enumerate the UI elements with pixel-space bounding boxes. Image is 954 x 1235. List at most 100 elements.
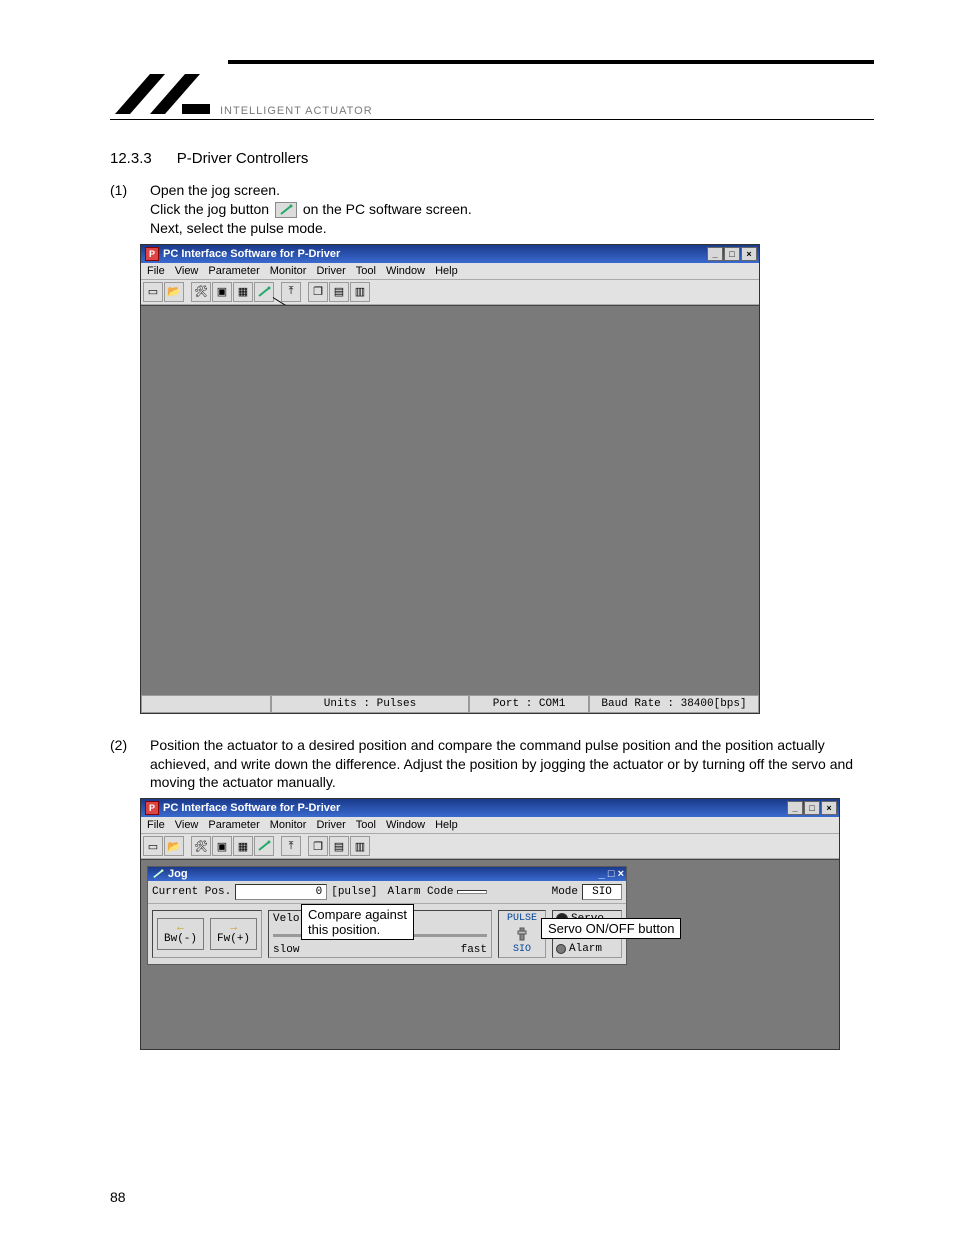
step-1-line-1: Open the jog screen. — [150, 181, 874, 200]
window-title-2: PC Interface Software for P-Driver — [163, 802, 340, 814]
step-1-num: (1) — [110, 181, 150, 238]
menu-help[interactable]: Help — [435, 819, 458, 831]
tool-upload-icon[interactable]: ⤒ — [281, 282, 301, 302]
maximize-button[interactable]: □ — [724, 247, 740, 261]
tool-tile-v-icon[interactable]: ▥ — [350, 282, 370, 302]
jog-icon-inline — [275, 202, 297, 218]
maximize-button[interactable]: □ — [804, 801, 820, 815]
client-area-1 — [141, 305, 759, 695]
status-port: Port : COM1 — [469, 695, 589, 713]
close-button[interactable]: × — [821, 801, 837, 815]
menu-tool[interactable]: Tool — [356, 819, 376, 831]
jog-fw-label: Fw(+) — [217, 934, 250, 945]
logo-icon — [110, 69, 220, 119]
status-units: Units : Pulses — [271, 695, 469, 713]
velo-slow-label: slow — [273, 944, 299, 956]
menu-parameter[interactable]: Parameter — [208, 819, 259, 831]
tool-open-icon[interactable]: 📂 — [164, 836, 184, 856]
jog-fw-button[interactable]: → Fw(+) — [210, 918, 257, 950]
menu-window[interactable]: Window — [386, 265, 425, 277]
jog-close-button[interactable]: × — [618, 868, 624, 880]
mode-label: Mode — [552, 886, 578, 898]
alarm-code-field[interactable] — [457, 890, 487, 894]
menu-file[interactable]: File — [147, 265, 165, 277]
pulse-label: PULSE — [507, 913, 537, 924]
menu-driver[interactable]: Driver — [316, 819, 345, 831]
statusbar-1: Units : Pulses Port : COM1 Baud Rate : 3… — [141, 695, 759, 713]
status-baud: Baud Rate : 38400[bps] — [589, 695, 759, 713]
mode-field[interactable]: SIO — [582, 884, 622, 900]
pulse-unit-label: [pulse] — [331, 886, 377, 898]
menu-help[interactable]: Help — [435, 265, 458, 277]
menu-tool[interactable]: Tool — [356, 265, 376, 277]
section-heading: 12.3.3 P-Driver Controllers — [110, 150, 874, 167]
tool-grid-icon[interactable]: ▦ — [233, 282, 253, 302]
velo-label: Velo — [273, 913, 299, 925]
step-2-num: (2) — [110, 736, 150, 793]
menubar-1: File View Parameter Monitor Driver Tool … — [141, 263, 759, 280]
step-2: (2) Position the actuator to a desired p… — [110, 736, 874, 793]
brand-logo — [110, 69, 220, 119]
minimize-button[interactable]: _ — [787, 801, 803, 815]
jog-minimize-button[interactable]: _ — [599, 868, 605, 880]
tool-monitor-icon[interactable]: ▣ — [212, 282, 232, 302]
toolbar-2: ▭ 📂 🛠 ▣ ▦ ⤒ ❐ ▤ ▥ — [141, 834, 839, 859]
step-1-line-3: Next, select the pulse mode. — [150, 219, 874, 238]
minimize-button[interactable]: _ — [707, 247, 723, 261]
jog-bw-label: Bw(-) — [164, 934, 197, 945]
jog-title-icon — [152, 869, 164, 879]
tool-grid-icon[interactable]: ▦ — [233, 836, 253, 856]
alarm-label: Alarm — [569, 943, 602, 955]
menu-view[interactable]: View — [175, 819, 199, 831]
tool-upload-icon[interactable]: ⤒ — [281, 836, 301, 856]
tool-open-icon[interactable]: 📂 — [164, 282, 184, 302]
step-1: (1) Open the jog screen. Click the jog b… — [110, 181, 874, 238]
step-1-line-2: Click the jog button on the PC software … — [150, 200, 874, 219]
menu-file[interactable]: File — [147, 819, 165, 831]
current-pos-field[interactable]: 0 — [235, 884, 327, 900]
menu-view[interactable]: View — [175, 265, 199, 277]
titlebar-1: P PC Interface Software for P-Driver _ □… — [141, 245, 759, 263]
jog-bw-button[interactable]: ← Bw(-) — [157, 918, 204, 950]
alarm-code-label: Alarm Code — [387, 886, 453, 898]
tool-jog-icon[interactable] — [254, 282, 274, 302]
menu-parameter[interactable]: Parameter — [208, 265, 259, 277]
close-button[interactable]: × — [741, 247, 757, 261]
callout-servo-onoff: Servo ON/OFF button — [541, 918, 681, 939]
jog-status-row: Current Pos. 0 [pulse] Alarm Code Mode S… — [148, 881, 626, 904]
jog-title-text: Jog — [168, 868, 188, 880]
jog-maximize-button[interactable]: □ — [608, 868, 615, 880]
tool-tile-h-icon[interactable]: ▤ — [329, 836, 349, 856]
velo-fast-label: fast — [461, 944, 487, 956]
tool-tile-v-icon[interactable]: ▥ — [350, 836, 370, 856]
tool-jog-icon[interactable] — [254, 836, 274, 856]
menubar-2: File View Parameter Monitor Driver Tool … — [141, 817, 839, 834]
page-number: 88 — [110, 1189, 126, 1205]
app-icon: P — [145, 247, 159, 261]
section-title-text: P-Driver Controllers — [177, 150, 309, 167]
tool-param-icon[interactable]: 🛠 — [191, 836, 211, 856]
tool-new-icon[interactable]: ▭ — [143, 836, 163, 856]
tool-param-icon[interactable]: 🛠 — [191, 282, 211, 302]
jog-direction-group: ← Bw(-) → Fw(+) — [152, 910, 262, 958]
alarm-indicator: Alarm — [556, 943, 618, 955]
tool-monitor-icon[interactable]: ▣ — [212, 836, 232, 856]
pulse-sio-switch[interactable]: PULSE SIO — [498, 910, 546, 958]
menu-monitor[interactable]: Monitor — [270, 265, 307, 277]
app-window-2: P PC Interface Software for P-Driver _ □… — [140, 798, 840, 1050]
tool-new-icon[interactable]: ▭ — [143, 282, 163, 302]
callout-compare: Compare against this position. — [301, 904, 414, 940]
tool-tile-h-icon[interactable]: ▤ — [329, 282, 349, 302]
tool-cascade-icon[interactable]: ❐ — [308, 836, 328, 856]
app-window-1: P PC Interface Software for P-Driver _ □… — [140, 244, 760, 714]
step-2-text: Position the actuator to a desired posit… — [150, 736, 874, 793]
tool-cascade-icon[interactable]: ❐ — [308, 282, 328, 302]
current-pos-label: Current Pos. — [152, 886, 231, 898]
app-icon: P — [145, 801, 159, 815]
menu-driver[interactable]: Driver — [316, 265, 345, 277]
menu-monitor[interactable]: Monitor — [270, 819, 307, 831]
header-rule — [228, 60, 874, 64]
titlebar-2: P PC Interface Software for P-Driver _ □… — [141, 799, 839, 817]
menu-window[interactable]: Window — [386, 819, 425, 831]
alarm-lamp-icon — [556, 944, 566, 954]
